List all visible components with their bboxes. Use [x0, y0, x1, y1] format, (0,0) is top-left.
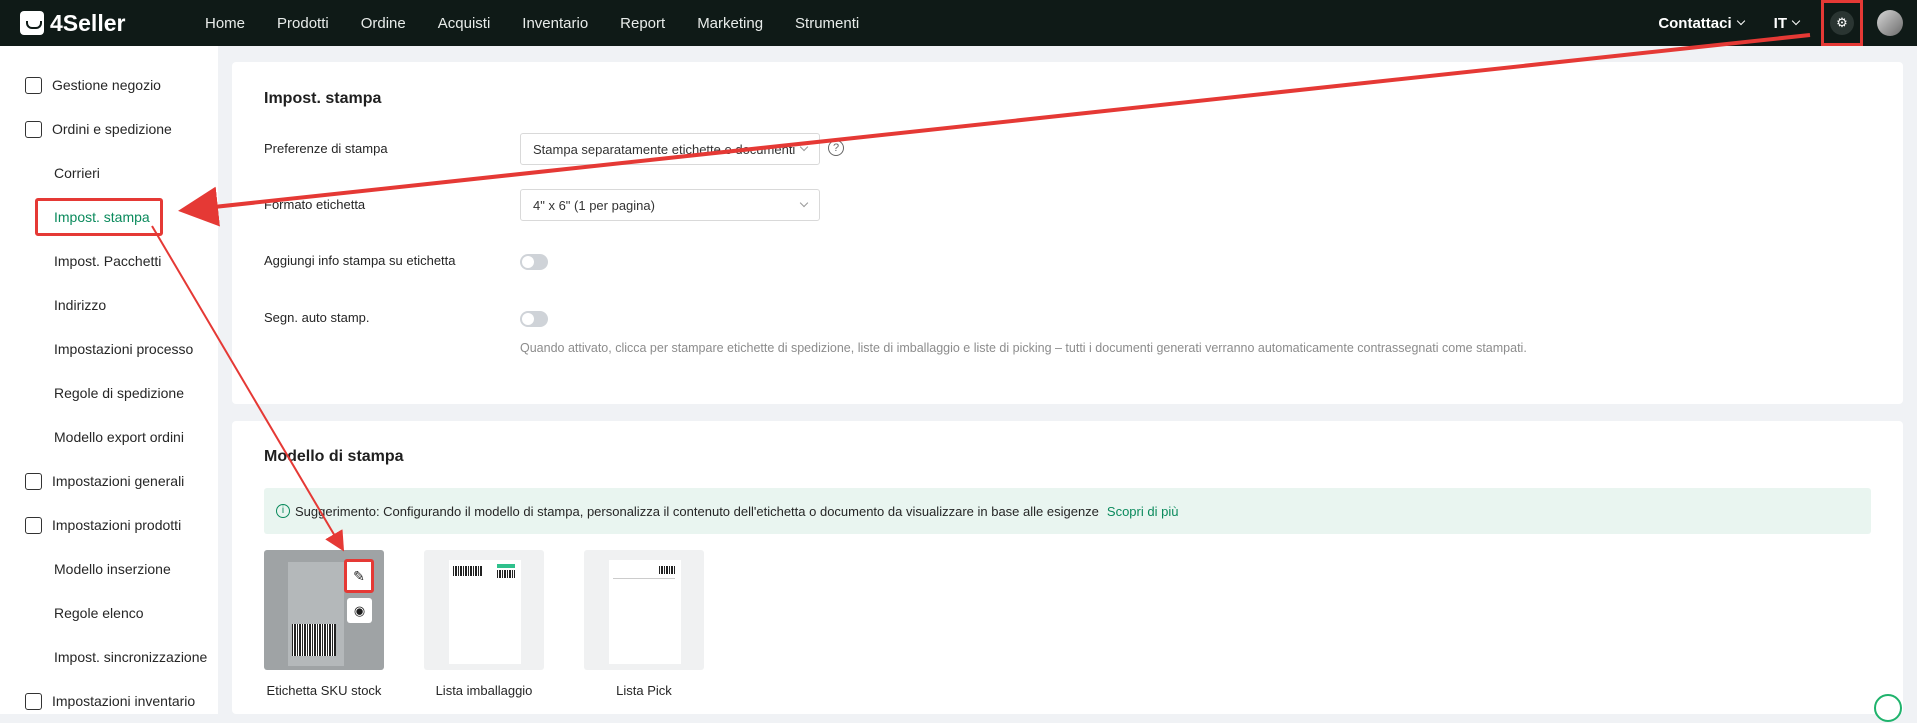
auto-mark-toggle[interactable] [520, 311, 548, 327]
bag-icon [25, 120, 42, 138]
sidebar-item-regole-spedizione[interactable]: Regole di spedizione [0, 371, 218, 415]
sidebar-item-indirizzo[interactable]: Indirizzo [0, 283, 218, 327]
template-card-sku-label[interactable]: ✎ ◉ [264, 550, 384, 670]
contact-menu[interactable]: Contattaci [1658, 14, 1745, 32]
chevron-down-icon [1736, 16, 1745, 26]
divider [613, 578, 675, 579]
info-icon: i [276, 504, 290, 518]
nav-home[interactable]: Home [205, 15, 245, 32]
template-preview [609, 560, 681, 664]
accent-strip [497, 564, 515, 568]
language-menu[interactable]: IT [1773, 14, 1801, 32]
print-preference-value: Stampa separatamente etichette e documen… [533, 142, 796, 157]
edit-icon: ✎ [353, 567, 365, 584]
sidebar-item-label: Corrieri [54, 165, 100, 181]
edit-button[interactable]: ✎ [344, 559, 374, 593]
label-format-select[interactable]: 4" x 6" (1 per pagina) [520, 189, 820, 221]
main-nav: Home Prodotti Ordine Acquisti Inventario… [205, 15, 891, 32]
app-name: 4Seller [50, 9, 126, 36]
sidebar-item-ordini-spedizione[interactable]: Ordini e spedizione [0, 107, 218, 151]
sidebar-item-label: Impostazioni processo [54, 341, 194, 357]
sidebar-item-modello-inserzione[interactable]: Modello inserzione [0, 547, 218, 591]
sidebar-item-impostazioni-inventario[interactable]: Impostazioni inventario [0, 679, 218, 723]
sidebar-item-impostazioni-generali[interactable]: Impostazioni generali [0, 459, 218, 503]
label-format-label: Formato etichetta [264, 197, 366, 212]
tip-text: Suggerimento: Configurando il modello di… [295, 503, 1099, 519]
label-format-value: 4" x 6" (1 per pagina) [533, 198, 655, 213]
eye-icon: ◉ [353, 602, 366, 618]
page-title: Impost. stampa [264, 90, 382, 107]
print-preference-select[interactable]: Stampa separatamente etichette e documen… [520, 133, 820, 165]
chat-support-icon[interactable] [1874, 694, 1902, 722]
sidebar-item-impost-sincronizzazione[interactable]: Impost. sincronizzazione [0, 635, 218, 679]
sidebar-item-label: Impostazioni inventario [52, 693, 196, 709]
nav-strumenti[interactable]: Strumenti [795, 15, 859, 32]
sidebar-item-label: Indirizzo [54, 297, 107, 313]
top-navbar: 4Seller Home Prodotti Ordine Acquisti In… [0, 0, 1917, 46]
print-info-toggle[interactable] [520, 254, 548, 270]
template-preview [288, 562, 344, 666]
auto-mark-label: Segn. auto stamp. [264, 310, 370, 325]
nav-inventario[interactable]: Inventario [522, 15, 588, 32]
sidebar-item-impost-pacchetti[interactable]: Impost. Pacchetti [0, 239, 218, 283]
chevron-down-icon [1791, 16, 1801, 26]
settings-button[interactable]: ⚙ [1821, 0, 1863, 46]
sidebar-item-gestione-negozio[interactable]: Gestione negozio [0, 63, 218, 107]
language-label: IT [1773, 14, 1787, 32]
inventory-icon [25, 692, 42, 710]
sidebar-item-label: Gestione negozio [52, 77, 161, 93]
sidebar-item-label: Impostazioni prodotti [52, 517, 182, 533]
nav-ordine[interactable]: Ordine [361, 15, 406, 32]
auto-mark-hint: Quando attivato, clicca per stampare eti… [520, 341, 1527, 355]
nav-marketing[interactable]: Marketing [697, 15, 763, 32]
nav-report[interactable]: Report [620, 15, 665, 32]
avatar[interactable] [1877, 10, 1903, 36]
sidebar-item-label: Regole elenco [54, 605, 144, 621]
sidebar-item-label: Impost. sincronizzazione [54, 649, 208, 665]
sidebar-item-regole-elenco[interactable]: Regole elenco [0, 591, 218, 635]
sidebar-item-label: Modello inserzione [54, 561, 171, 577]
template-name: Lista Pick [616, 683, 672, 698]
store-icon [25, 76, 42, 94]
sidebar-item-impostazioni-processo[interactable]: Impostazioni processo [0, 327, 218, 371]
logo-bag-icon [20, 11, 44, 35]
sidebar-item-label: Regole di spedizione [54, 385, 184, 401]
template-name: Lista imballaggio [435, 683, 533, 698]
sidebar-item-impostazioni-prodotti[interactable]: Impostazioni prodotti [0, 503, 218, 547]
template-card-packing-list[interactable] [424, 550, 544, 670]
templates-title: Modello di stampa [264, 448, 404, 465]
barcode-graphic [453, 566, 483, 576]
print-preference-label: Preferenze di stampa [264, 141, 388, 156]
question-icon[interactable]: ? [828, 140, 844, 156]
sidebar: Gestione negozio Ordini e spedizione Cor… [0, 46, 218, 714]
print-info-label: Aggiungi info stampa su etichetta [264, 253, 456, 268]
nav-acquisti[interactable]: Acquisti [438, 15, 491, 32]
box-icon [25, 516, 42, 534]
print-templates-card: Modello di stampa i Suggerimento: Config… [232, 421, 1903, 714]
sidebar-item-corrieri[interactable]: Corrieri [0, 151, 218, 195]
preview-button[interactable]: ◉ [347, 598, 372, 623]
barcode-graphic [497, 570, 515, 578]
template-card-pick-list[interactable] [584, 550, 704, 670]
barcode-graphic [659, 566, 675, 574]
sidebar-item-label: Ordini e spedizione [52, 121, 172, 137]
nav-prodotti[interactable]: Prodotti [277, 15, 329, 32]
chevron-down-icon [799, 198, 809, 208]
template-preview [449, 560, 521, 664]
sidebar-item-label: Modello export ordini [54, 429, 184, 445]
printer-icon [25, 472, 42, 490]
barcode-graphic [292, 624, 336, 656]
app-logo[interactable]: 4Seller [20, 10, 205, 37]
contact-label: Contattaci [1658, 14, 1732, 32]
print-settings-card: Impost. stampa Preferenze di stampa Stam… [232, 62, 1903, 404]
sidebar-item-label: Impostazioni generali [52, 473, 185, 489]
highlight-box [35, 198, 163, 236]
template-name: Etichetta SKU stock [266, 683, 382, 698]
learn-more-link[interactable]: Scopri di più [1107, 504, 1179, 519]
chevron-down-icon [799, 142, 809, 152]
gear-icon: ⚙ [1830, 11, 1854, 35]
sidebar-item-modello-export[interactable]: Modello export ordini [0, 415, 218, 459]
sidebar-item-label: Impost. Pacchetti [54, 253, 162, 269]
tip-banner: i Suggerimento: Configurando il modello … [264, 488, 1871, 534]
